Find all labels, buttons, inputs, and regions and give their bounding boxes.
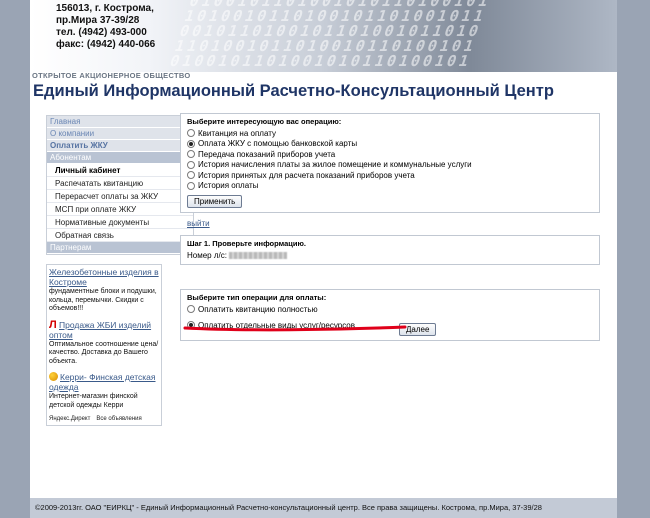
site-footer: ©2009-2013гг. ОАО "ЕИРКЦ" - Единый Инфор…: [30, 498, 617, 518]
apply-button[interactable]: Применить: [187, 195, 243, 208]
payment-type-title: Выберите тип операции для оплаты:: [187, 293, 327, 302]
radio-button[interactable]: [187, 171, 195, 180]
payment-type-panel: Выберите тип операции для оплаты: Оплати…: [180, 289, 600, 341]
contact-line: тел. (4942) 493-000: [56, 27, 147, 38]
nav-item-msp[interactable]: МСП при оплате ЖКУ: [47, 203, 193, 216]
radio-button[interactable]: [187, 181, 195, 190]
operations-title: Выберите интересующую вас операцию:: [187, 117, 342, 126]
ad-title-row: Л Продажа ЖБИ изделий оптом: [49, 318, 159, 340]
yandex-direct-link[interactable]: Яндекс.Директ: [49, 416, 90, 422]
nav-item-feedback[interactable]: Обратная связь: [47, 229, 193, 242]
payment-option[interactable]: Оплатить квитанцию полностью: [187, 304, 593, 315]
header-banner: 0100101101001010110100101 10100101101001…: [30, 0, 617, 72]
apply-row: Применить: [187, 195, 593, 208]
nav-item-regulations[interactable]: Нормативные документы: [47, 216, 193, 229]
step1-title: Шаг 1. Проверьте информацию.: [187, 239, 306, 248]
contact-line: 156013, г. Кострома,: [56, 3, 154, 14]
nav-item-pay[interactable]: Оплатить ЖКУ: [47, 140, 193, 152]
option-label: Оплата ЖКУ с помощью банковской карты: [198, 139, 358, 149]
option-label: История начисления платы за жилое помеще…: [198, 160, 472, 170]
org-name-title: Единый Информационный Расчетно-Консульта…: [33, 82, 554, 100]
ad-item: Железобетонные изделия в Костроме фундам…: [49, 267, 159, 314]
nav-item-partners[interactable]: Партнерам: [47, 242, 193, 254]
nav-item-personal-account[interactable]: Личный кабинет: [47, 164, 193, 177]
step1-panel: Шаг 1. Проверьте информацию. Номер л/с:: [180, 235, 600, 265]
operation-option[interactable]: Передача показаний приборов учета: [187, 149, 593, 160]
option-label: Оплатить квитанцию полностью: [198, 304, 318, 314]
operations-panel: Выберите интересующую вас операцию: Квит…: [180, 113, 600, 213]
operation-option[interactable]: История принятых для расчета показаний п…: [187, 170, 593, 181]
operation-option[interactable]: История оплаты: [187, 181, 593, 192]
option-label: История принятых для расчета показаний п…: [198, 170, 415, 180]
ads-block: Железобетонные изделия в Костроме фундам…: [46, 264, 162, 426]
page: 0100101101001010110100101 10100101101001…: [30, 0, 617, 518]
ad-title-link[interactable]: Продажа ЖБИ изделий оптом: [49, 320, 151, 340]
nav-item-subscribers[interactable]: Абонентам: [47, 152, 193, 164]
operation-option[interactable]: Оплата ЖКУ с помощью банковской карты: [187, 139, 593, 150]
contact-info: 156013, г. Кострома, пр.Мира 37-39/28 те…: [56, 3, 155, 51]
nav-item-print-receipt[interactable]: Распечатать квитанцию: [47, 177, 193, 190]
org-type: ОТКРЫТОЕ АКЦИОНЕРНОЕ ОБЩЕСТВО: [32, 71, 191, 80]
ad-text: Оптимальное соотношение цена/качество. Д…: [49, 340, 159, 365]
nav-item-recalculation[interactable]: Перерасчет оплаты за ЖКУ: [47, 190, 193, 203]
option-label: История оплаты: [198, 181, 259, 191]
ad-item: Керри- Финская детская одежда Интернет-м…: [49, 372, 159, 410]
binary-pattern-decoration: 0100101101001010110100101 10100101101001…: [167, 0, 494, 70]
radio-button[interactable]: [187, 150, 195, 159]
option-label: Квитанция на оплату: [198, 128, 276, 138]
sidebar: Главная О компании Оплатить ЖКУ Абонента…: [46, 115, 194, 426]
ad-title-link[interactable]: Керри- Финская детская одежда: [49, 372, 156, 392]
account-number-redacted: [228, 252, 287, 260]
option-label: Передача показаний приборов учета: [198, 149, 336, 159]
ad-text: фундаментные блоки и подушки, кольца, пе…: [49, 288, 157, 312]
jbi-logo-icon: Л: [49, 318, 57, 331]
nav-item-about[interactable]: О компании: [47, 128, 193, 140]
operation-option[interactable]: История начисления платы за жилое помеще…: [187, 160, 593, 171]
ad-item: Л Продажа ЖБИ изделий оптом Оптимальное с…: [49, 318, 159, 367]
radio-button[interactable]: [187, 305, 195, 314]
main-content: Выберите интересующую вас операцию: Квит…: [180, 113, 600, 347]
radio-button[interactable]: [187, 160, 195, 169]
operation-option[interactable]: Квитанция на оплату: [187, 128, 593, 139]
radio-button-checked[interactable]: [187, 139, 195, 148]
nav-item-home[interactable]: Главная: [47, 116, 193, 128]
ad-text: Интернет-магазин финской детской одежды …: [49, 393, 138, 409]
account-row: Номер л/с:: [187, 251, 593, 260]
contact-line: пр.Мира 37-39/28: [56, 15, 140, 26]
contact-line: факс: (4942) 440-066: [56, 39, 156, 50]
red-underline-annotation: [183, 325, 407, 332]
all-ads-link[interactable]: Все объявления: [96, 416, 141, 422]
account-label: Номер л/с:: [187, 251, 227, 260]
ad-title-row: Керри- Финская детская одежда: [49, 372, 159, 392]
sidebar-nav: Главная О компании Оплатить ЖКУ Абонента…: [46, 115, 194, 255]
ads-footer: Яндекс.Директ Все объявления: [49, 416, 159, 422]
site-header: 0100101101001010110100101 10100101101001…: [30, 0, 617, 105]
kerry-logo-icon: [49, 372, 58, 381]
logout-link[interactable]: выйти: [187, 219, 600, 228]
radio-button[interactable]: [187, 129, 195, 138]
ad-title-link[interactable]: Железобетонные изделия в Костроме: [49, 267, 159, 287]
